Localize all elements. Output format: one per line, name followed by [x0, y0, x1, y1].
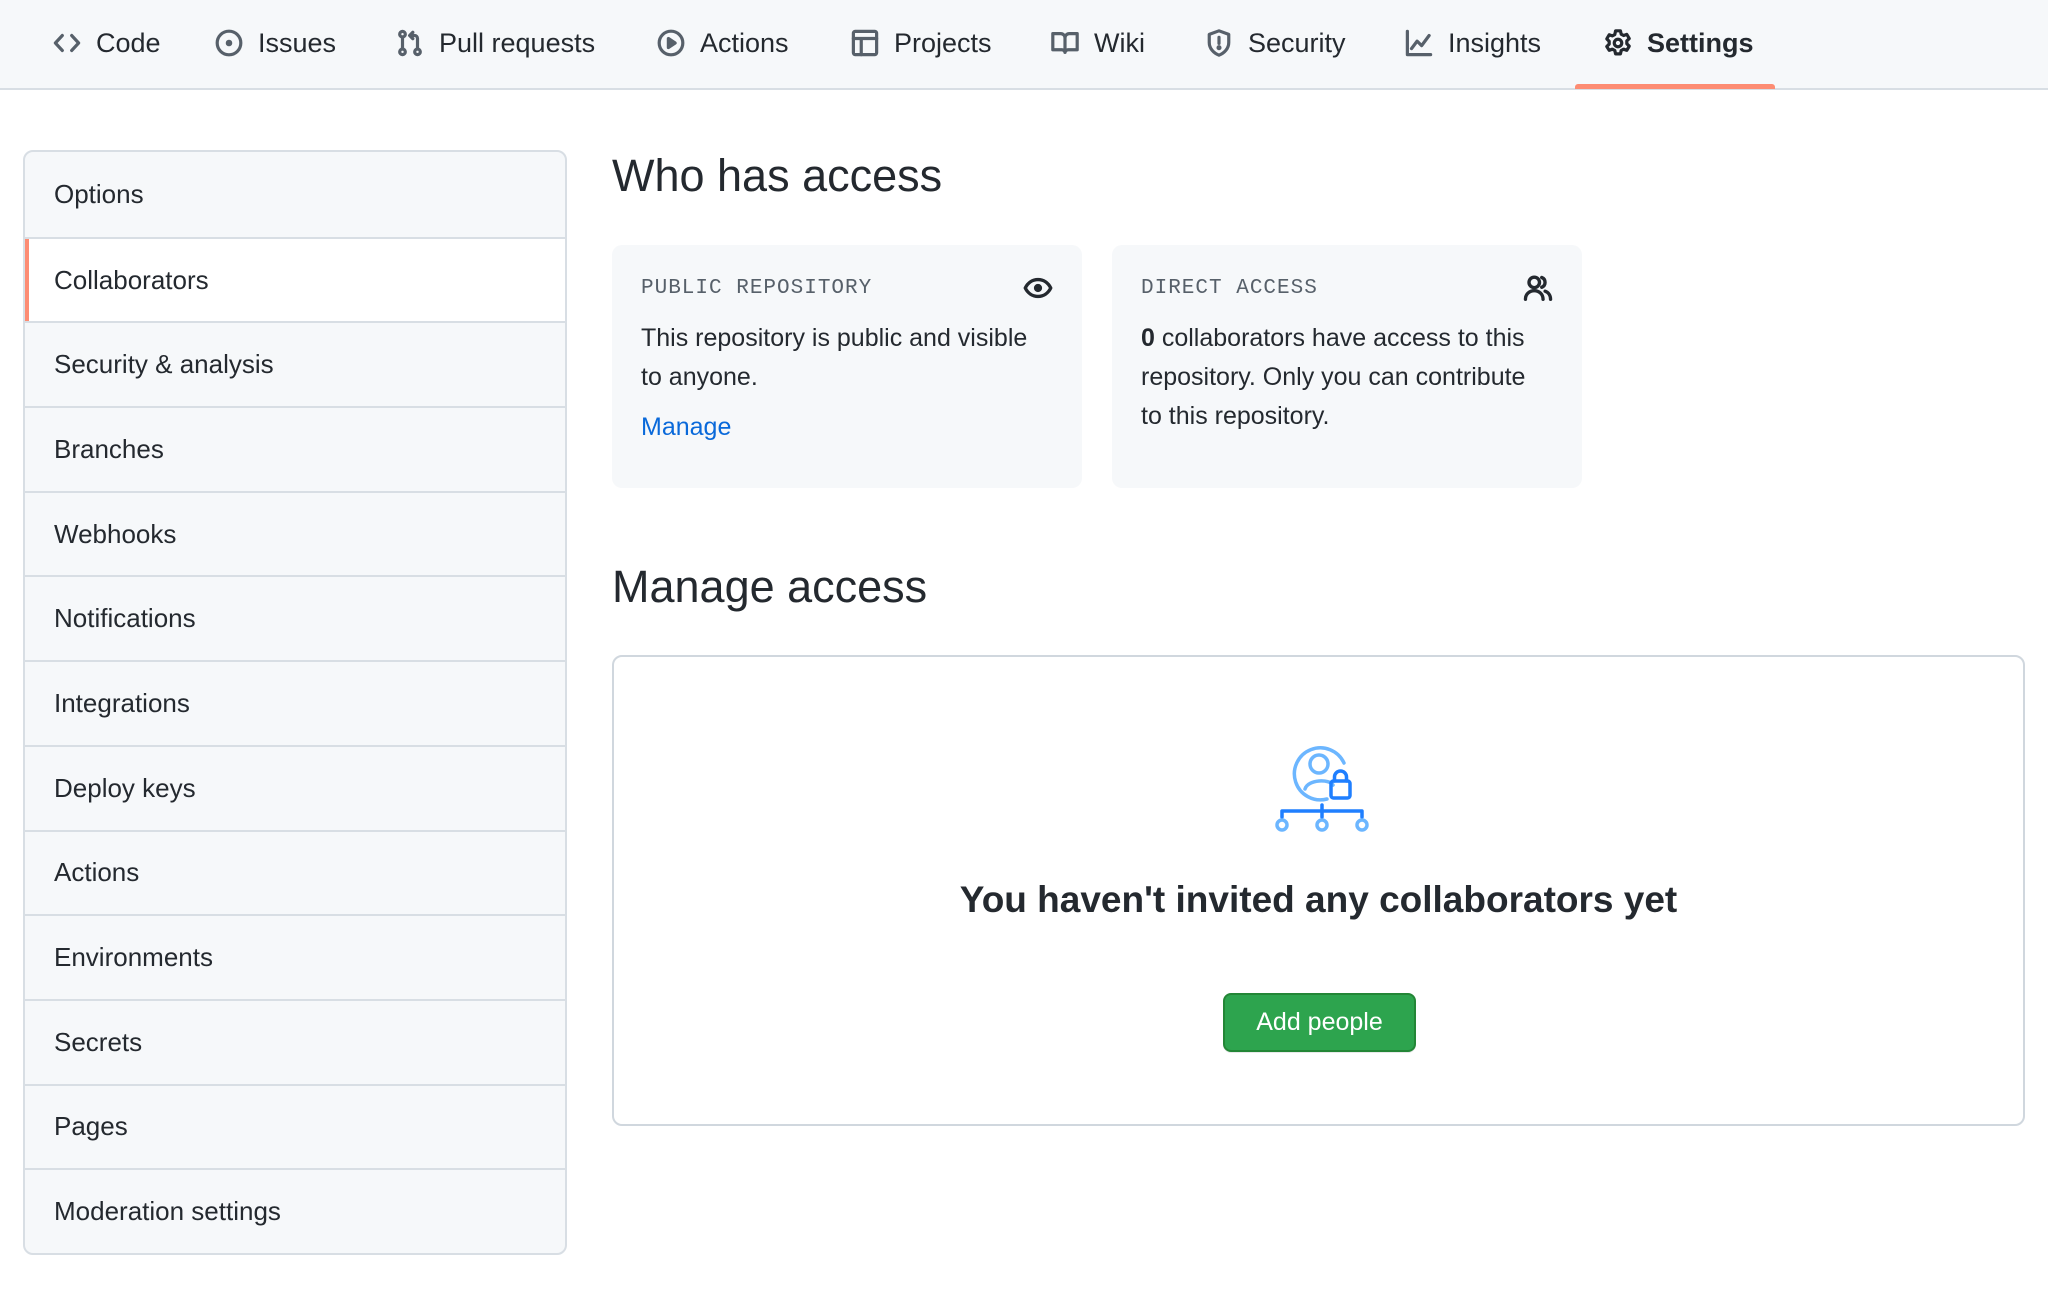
- tab-label: Issues: [258, 27, 337, 58]
- tab-wiki[interactable]: Wiki: [1050, 0, 1145, 90]
- table-icon: [851, 29, 879, 57]
- book-icon: [1051, 32, 1079, 54]
- sidebar-item-collaborators[interactable]: Collaborators: [25, 236, 565, 322]
- tab-pull-requests[interactable]: Pull requests: [395, 0, 595, 90]
- tab-security[interactable]: Security: [1204, 0, 1346, 90]
- public-repository-text: This repository is public and visible to…: [641, 324, 1028, 391]
- eye-icon: [1023, 277, 1053, 299]
- play-icon: [657, 29, 685, 57]
- settings-sidebar: Options Collaborators Security & analysi…: [23, 150, 567, 1255]
- tab-insights[interactable]: Insights: [1404, 0, 1541, 90]
- manage-access-box: You haven't invited any collaborators ye…: [612, 655, 2025, 1126]
- shield-icon: [1207, 29, 1231, 57]
- direct-access-card: DIRECT ACCESS 0 collaborators have acces…: [1112, 245, 1582, 488]
- tab-projects[interactable]: Projects: [850, 0, 992, 90]
- sidebar-item-secrets[interactable]: Secrets: [25, 998, 565, 1084]
- tab-code[interactable]: Code: [52, 0, 161, 90]
- add-people-button[interactable]: Add people: [1223, 993, 1416, 1052]
- card-label: DIRECT ACCESS: [1141, 276, 1318, 300]
- card-label: PUBLIC REPOSITORY: [641, 276, 873, 300]
- tab-label: Actions: [700, 27, 789, 58]
- tab-actions[interactable]: Actions: [656, 0, 789, 90]
- tab-label: Settings: [1647, 27, 1754, 58]
- sidebar-item-branches[interactable]: Branches: [25, 406, 565, 491]
- sidebar-item-integrations[interactable]: Integrations: [25, 660, 565, 745]
- tab-label: Code: [96, 27, 161, 58]
- graph-icon: [1405, 29, 1433, 57]
- tab-label: Security: [1248, 27, 1346, 58]
- sidebar-item-pages[interactable]: Pages: [25, 1083, 565, 1169]
- sidebar-item-actions[interactable]: Actions: [25, 829, 565, 915]
- empty-state-title: You haven't invited any collaborators ye…: [959, 879, 1678, 920]
- public-repository-card: PUBLIC REPOSITORY This repository is pub…: [612, 245, 1082, 488]
- tab-label: Wiki: [1094, 27, 1145, 58]
- pull-request-icon: [398, 29, 422, 57]
- direct-access-text: 0 collaborators have access to this repo…: [1141, 324, 1526, 430]
- collaborator-count: 0: [1141, 324, 1155, 352]
- issue-icon: [215, 29, 243, 57]
- repo-nav: Code Issues Pull requests Actions Projec…: [0, 0, 2048, 90]
- who-has-access-heading: Who has access: [612, 150, 943, 201]
- manage-access-heading: Manage access: [612, 561, 928, 612]
- code-icon: [53, 33, 81, 53]
- sidebar-item-webhooks[interactable]: Webhooks: [25, 490, 565, 576]
- sidebar-item-moderation-settings[interactable]: Moderation settings: [25, 1168, 565, 1253]
- tab-label: Insights: [1448, 27, 1542, 58]
- sidebar-item-options[interactable]: Options: [25, 152, 565, 237]
- people-icon: [1523, 275, 1553, 301]
- collaborators-lock-illustration: [1275, 746, 1369, 832]
- manage-visibility-link[interactable]: Manage: [641, 413, 731, 442]
- sidebar-item-deploy-keys[interactable]: Deploy keys: [25, 744, 565, 830]
- sidebar-item-notifications[interactable]: Notifications: [25, 575, 565, 660]
- tab-issues[interactable]: Issues: [214, 0, 336, 90]
- sidebar-item-environments[interactable]: Environments: [25, 914, 565, 999]
- sidebar-item-security-analysis[interactable]: Security & analysis: [25, 321, 565, 406]
- tab-settings[interactable]: Settings: [1603, 0, 1754, 90]
- tab-label: Projects: [894, 27, 992, 58]
- tab-label: Pull requests: [439, 27, 596, 58]
- gear-icon: [1605, 29, 1631, 56]
- active-tab-underline: [1575, 84, 1775, 89]
